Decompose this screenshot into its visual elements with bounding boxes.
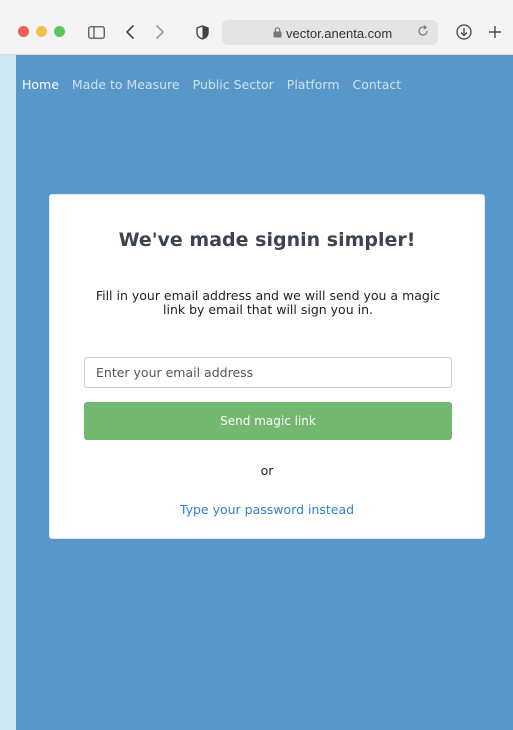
sidebar-icon[interactable]: [84, 20, 108, 44]
send-magic-link-button[interactable]: Send magic link: [84, 402, 452, 440]
or-separator: or: [260, 463, 274, 478]
back-icon[interactable]: [118, 20, 142, 44]
nav-item-home[interactable]: Home: [22, 77, 59, 92]
browser-toolbar: vector.anenta.com: [0, 0, 513, 55]
email-field[interactable]: [84, 357, 452, 388]
password-instead-link[interactable]: Type your password instead: [50, 502, 484, 517]
signin-description: Fill in your email address and we will s…: [95, 288, 441, 317]
main-nav: Home Made to Measure Public Sector Platf…: [22, 77, 401, 92]
new-tab-icon[interactable]: [483, 20, 507, 44]
page-title: We've made signin simpler!: [118, 229, 416, 251]
forward-icon[interactable]: [148, 20, 172, 44]
shield-icon[interactable]: [190, 20, 214, 44]
close-window-button[interactable]: [18, 26, 29, 37]
page-content: Home Made to Measure Public Sector Platf…: [16, 55, 513, 730]
minimize-window-button[interactable]: [36, 26, 47, 37]
lock-icon: [273, 26, 282, 41]
nav-item-platform[interactable]: Platform: [287, 77, 340, 92]
maximize-window-button[interactable]: [54, 26, 65, 37]
nav-item-public-sector[interactable]: Public Sector: [193, 77, 274, 92]
reload-icon[interactable]: [416, 24, 430, 41]
nav-item-contact[interactable]: Contact: [353, 77, 402, 92]
signin-card: We've made signin simpler! Fill in your …: [49, 194, 485, 539]
nav-item-made-to-measure[interactable]: Made to Measure: [72, 77, 180, 92]
address-bar[interactable]: vector.anenta.com: [222, 20, 438, 45]
download-icon[interactable]: [452, 20, 476, 44]
url-text: vector.anenta.com: [286, 26, 393, 41]
